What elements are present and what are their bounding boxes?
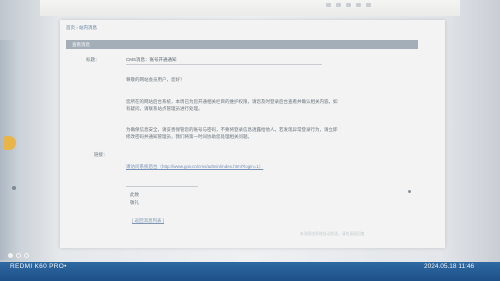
subject-label: 标题：: [86, 57, 100, 62]
scroll-indicator: [408, 190, 411, 193]
toolbar-icon-5[interactable]: [366, 3, 371, 7]
watermark-dot-2: [16, 253, 21, 258]
toolbar-icon-4[interactable]: [356, 3, 361, 7]
signature-line-1: 此致: [130, 192, 139, 197]
footer-note: 本消息由系统自动发送，请勿直接回复: [300, 232, 365, 236]
toolbar-icon-1[interactable]: [326, 3, 331, 7]
link-label: 链接：: [94, 152, 108, 157]
signature-divider: [126, 186, 198, 187]
dot-icon: [12, 186, 16, 190]
message-paragraph-1: 您所在的网站后台系统，本周已为您开通相关栏目的维护权限，请您及时登录后台查看并确…: [126, 99, 338, 111]
camera-watermark-datetime: 2024.05.18 11:46: [424, 263, 475, 270]
camera-watermark-device: REDMI K60 PRO•: [10, 263, 67, 270]
back-to-list-link[interactable]: [ 返回消息列表 ]: [132, 218, 164, 224]
camera-watermark-dots: [8, 253, 29, 258]
breadcrumb-current[interactable]: 站内消息: [79, 25, 97, 30]
message-paragraph-2: 为确保信息安全，请妥善保管您的账号与密码，不要将登录信息透露给他人。若发现异常登…: [126, 127, 338, 139]
breadcrumb: 首页 › 站内消息: [66, 25, 97, 31]
message-greeting: 尊敬的网站会员用户，您好！: [126, 77, 185, 82]
panel-title: 查看消息: [66, 40, 418, 49]
watermark-dot-3: [24, 253, 29, 258]
toolbar-icon-3[interactable]: [346, 3, 351, 7]
left-side-panel: [0, 40, 22, 260]
watermark-dot-1: [8, 253, 13, 258]
top-toolbar: [40, 0, 460, 16]
breadcrumb-home[interactable]: 首页: [66, 25, 75, 30]
folder-icon[interactable]: [3, 136, 16, 150]
signature-line-2: 敬礼: [130, 200, 139, 205]
message-link[interactable]: 请访问系统后台（http://www.gov.cn/cms/admin/inde…: [126, 164, 263, 170]
toolbar-icon-2[interactable]: [336, 3, 341, 7]
subject-value: CMS消息：账号开通通知: [126, 55, 322, 65]
